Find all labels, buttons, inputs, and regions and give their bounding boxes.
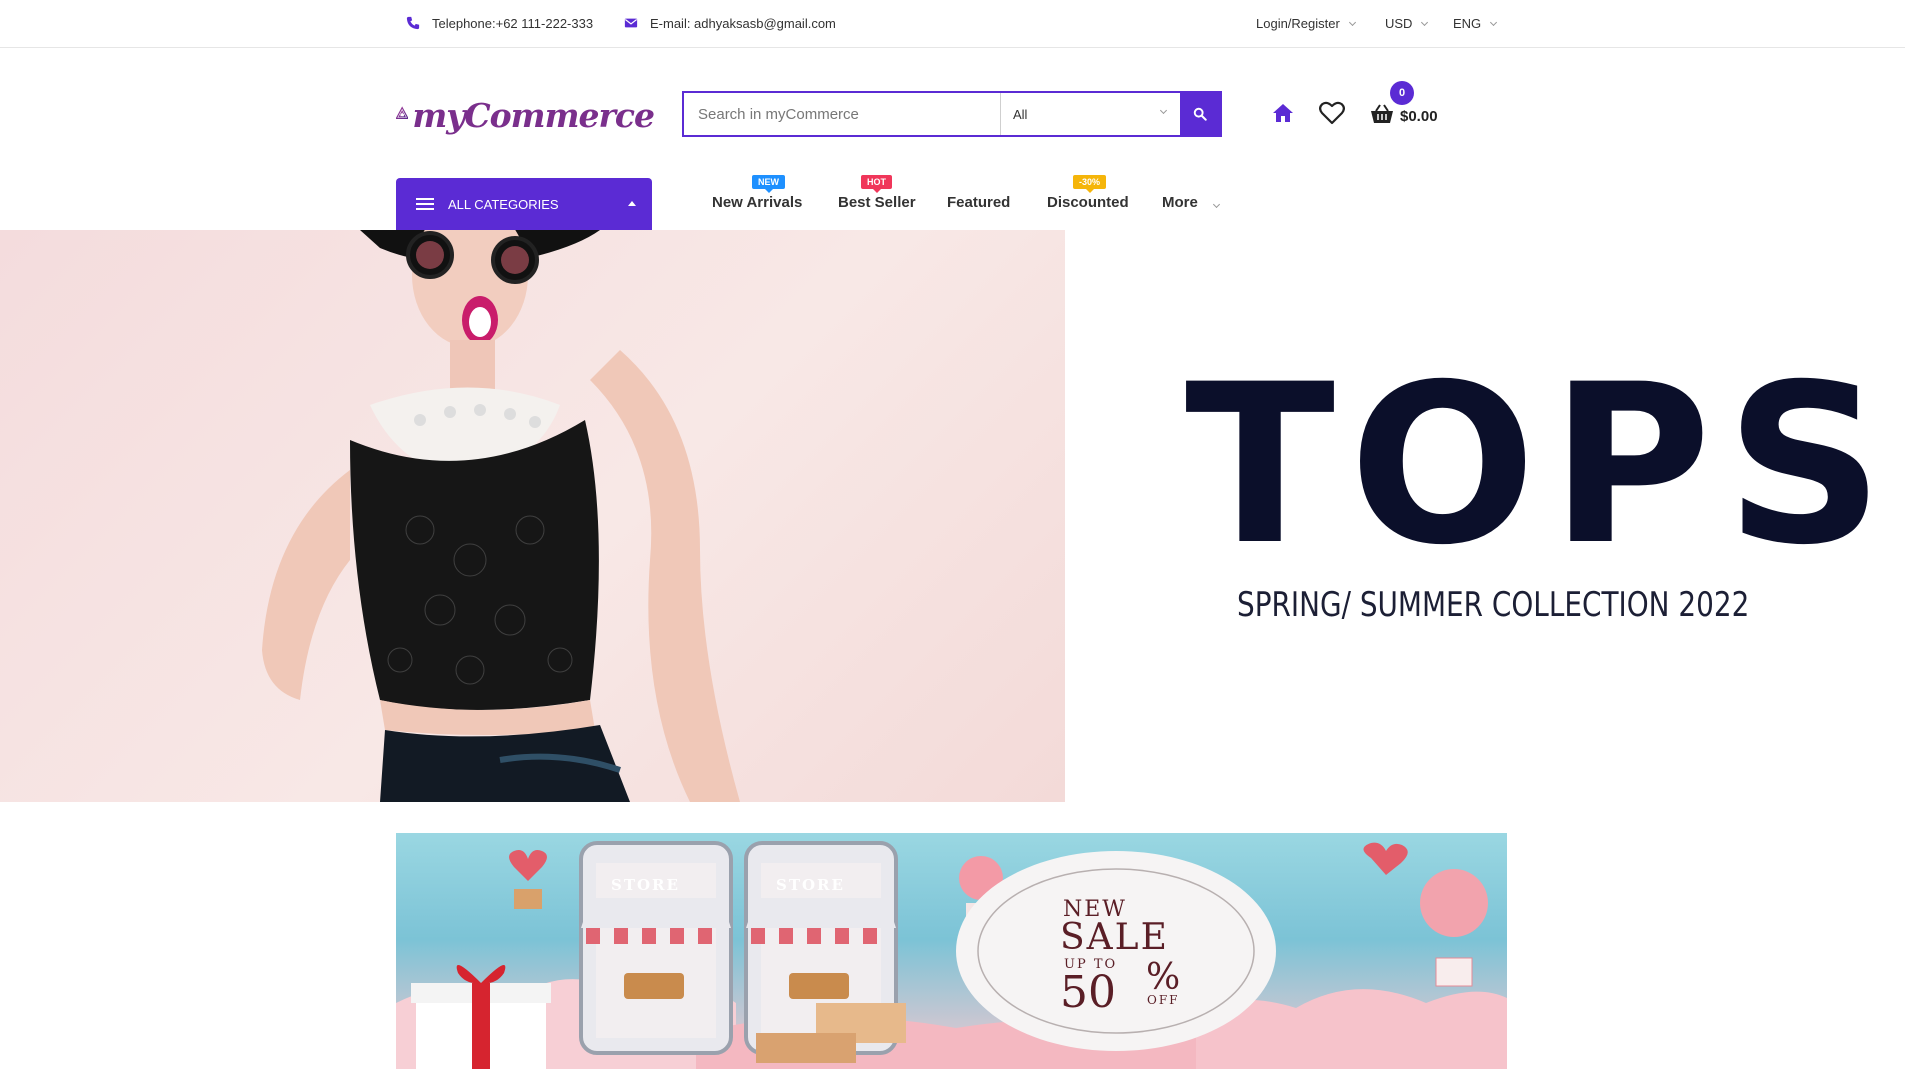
login-register-dropdown[interactable]: Login/Register — [1256, 0, 1356, 46]
search-bar: All — [682, 91, 1222, 137]
nav-best-seller[interactable]: Best Seller — [838, 194, 916, 216]
menu-icon — [416, 198, 434, 210]
store-sign-2: STORE — [776, 876, 845, 894]
language-dropdown[interactable]: ENG — [1453, 0, 1498, 46]
hero-title: TOPS — [1185, 337, 1898, 593]
logo-triangle-icon — [396, 106, 409, 119]
cart-basket-icon[interactable] — [1370, 104, 1394, 124]
hero-model-image — [0, 230, 1065, 802]
nav-discounted[interactable]: Discounted — [1047, 194, 1129, 216]
cart-count-badge: 0 — [1390, 81, 1414, 105]
phone-icon — [406, 16, 420, 30]
promo-percent: % — [1146, 957, 1181, 998]
site-logo[interactable]: myCommerce — [396, 82, 655, 144]
envelope-icon — [624, 18, 638, 28]
currency-label: USD — [1385, 15, 1413, 31]
nav-featured[interactable]: Featured — [947, 194, 1010, 216]
nav-new-arrivals[interactable]: New Arrivals — [712, 194, 802, 216]
chevron-down-icon — [1212, 200, 1221, 209]
search-button[interactable] — [1180, 93, 1220, 135]
promo-sale: SALE — [1060, 917, 1169, 958]
new-badge: NEW — [752, 175, 785, 193]
chevron-down-icon — [1421, 18, 1429, 26]
search-input[interactable] — [684, 93, 1000, 135]
currency-dropdown[interactable]: USD — [1385, 0, 1429, 46]
discount-badge: -30% — [1073, 175, 1107, 193]
search-icon — [1193, 107, 1207, 121]
promo-off: OFF — [1147, 993, 1180, 1007]
chevron-down-icon — [1490, 18, 1498, 26]
promo-illustration — [396, 841, 1507, 1069]
cart-total[interactable]: $0.00 — [1400, 108, 1438, 125]
hero-slider[interactable]: TOPS SPRING/ SUMMER COLLECTION 2022 — [0, 230, 1905, 802]
home-icon[interactable] — [1272, 103, 1294, 123]
promo-banner[interactable]: STORE STORE NEW SALE UP TO 50 % OFF — [396, 833, 1507, 1069]
phone-text: Telephone:+62 111-222-333 — [432, 15, 594, 31]
language-label: ENG — [1453, 15, 1482, 31]
hero-subtitle: SPRING/ SUMMER COLLECTION 2022 — [1237, 585, 1750, 625]
all-categories-label: ALL CATEGORIES — [448, 196, 559, 212]
all-categories-button[interactable]: ALL CATEGORIES — [396, 178, 652, 230]
model-illustration — [262, 230, 740, 802]
chevron-down-icon — [1159, 106, 1168, 115]
promo-amount: 50 — [1060, 967, 1116, 1018]
login-register-label: Login/Register — [1256, 15, 1340, 31]
nav-more-label: More — [1162, 194, 1198, 211]
email-text: E-mail: adhyaksasb@gmail.com — [650, 15, 836, 31]
nav-more[interactable]: More — [1162, 194, 1221, 216]
logo-text: myCommerce — [412, 95, 655, 135]
email-contact: E-mail: adhyaksasb@gmail.com — [624, 0, 836, 46]
search-category-select[interactable]: All — [1000, 93, 1180, 135]
top-bar: Telephone:+62 111-222-333 E-mail: adhyak… — [0, 0, 1905, 48]
chevron-down-icon — [1348, 18, 1356, 26]
phone-contact: Telephone:+62 111-222-333 — [406, 0, 593, 46]
hot-badge: HOT — [861, 175, 892, 193]
store-sign-1: STORE — [611, 876, 680, 894]
search-category-value: All — [1013, 106, 1028, 122]
wishlist-heart-icon[interactable] — [1319, 101, 1345, 125]
chevron-up-icon — [628, 201, 636, 206]
